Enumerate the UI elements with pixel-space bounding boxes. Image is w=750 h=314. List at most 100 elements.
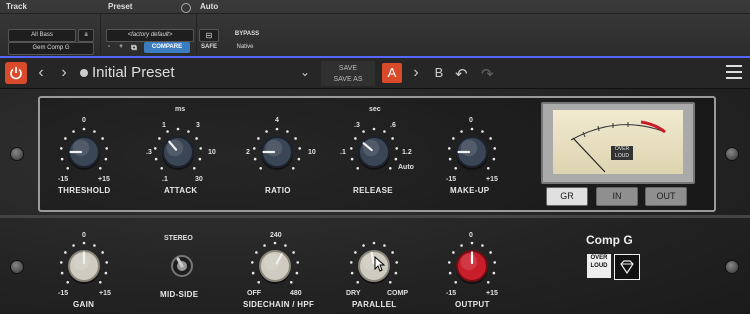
- makeup-top-tick: 0: [469, 117, 473, 124]
- product-name: Comp G: [586, 233, 633, 247]
- knob-scale-dot: [195, 137, 198, 140]
- knob-scale-dot: [391, 251, 394, 254]
- mid-side-toggle[interactable]: [171, 255, 193, 277]
- output-knob[interactable]: [447, 241, 497, 284]
- knob-scale-dot: [153, 147, 157, 150]
- output-label: OUTPUT: [455, 300, 490, 309]
- sidechain-max-tick: 480: [290, 290, 302, 297]
- knob-highlight: [460, 139, 478, 157]
- attack-tick-30: 30: [195, 176, 203, 183]
- knob-scale-dot: [291, 166, 295, 170]
- sidechain-top-tick: 240: [270, 232, 282, 239]
- meter-in-button[interactable]: IN: [596, 187, 638, 206]
- knob-scale-dot: [104, 271, 108, 275]
- vu-meter: OVER LOUD: [541, 102, 695, 184]
- knob-scale-dot: [255, 251, 258, 254]
- knob-scale-dot: [253, 157, 257, 161]
- knob-scale-dot: [447, 261, 451, 264]
- sidechain-knob[interactable]: [250, 241, 300, 284]
- knob-scale-dot: [470, 127, 474, 131]
- knob-scale-dot: [98, 166, 102, 170]
- knob-highlight: [72, 253, 90, 271]
- knob-scale-dot: [257, 137, 260, 140]
- threshold-min-tick: -15: [58, 176, 69, 183]
- knob-scale-dot: [349, 261, 353, 264]
- knob-scale-dot: [460, 130, 463, 133]
- output-min-tick: -15: [446, 290, 457, 297]
- knob-scale-dot: [447, 147, 451, 150]
- knob-highlight: [265, 139, 283, 157]
- knob-scale-dot: [356, 280, 360, 284]
- knob-scale-dot: [64, 251, 67, 254]
- knob-scale-dot: [492, 157, 496, 161]
- knob-scale-dot: [93, 130, 96, 133]
- mid-side-label: MID-SIDE: [160, 290, 199, 299]
- knob-scale-dot: [158, 137, 161, 140]
- knob-scale-dot: [292, 251, 295, 254]
- release-tick-0-6: .6: [390, 122, 396, 129]
- knob-scale-dot: [101, 137, 104, 140]
- knob-scale-dot: [454, 280, 458, 284]
- knob-scale-dot: [395, 147, 399, 150]
- knob-scale-dot: [486, 166, 490, 170]
- knob-scale-dot: [394, 271, 398, 275]
- gain-max-tick: +15: [99, 290, 111, 297]
- knob-scale-dot: [60, 271, 64, 275]
- knob-scale-dot: [492, 271, 496, 275]
- threshold-top-tick: 0: [82, 117, 86, 124]
- gem-logo-icon: [614, 254, 640, 280]
- gain-knob[interactable]: [59, 241, 109, 284]
- knob-scale-dot: [448, 157, 452, 161]
- knob-scale-dot: [298, 147, 302, 150]
- makeup-max-tick: +15: [486, 176, 498, 183]
- release-tick-auto: Auto: [398, 164, 414, 171]
- release-knob[interactable]: [349, 127, 399, 170]
- knob-scale-dot: [192, 166, 196, 170]
- overloud-logo: OVER LOUD: [587, 254, 611, 278]
- meter-gr-button[interactable]: GR: [546, 187, 588, 206]
- knob-scale-dot: [372, 127, 376, 131]
- knob-scale-dot: [60, 157, 64, 161]
- ratio-top-tick: 4: [275, 117, 279, 124]
- knob-scale-dot: [154, 157, 158, 161]
- knob-scale-dot: [297, 157, 301, 161]
- knob-scale-dot: [72, 244, 75, 247]
- knob-scale-dot: [273, 241, 277, 245]
- meter-out-button[interactable]: OUT: [645, 187, 687, 206]
- knob-scale-dot: [257, 280, 261, 284]
- knob-highlight: [72, 139, 90, 157]
- threshold-max-tick: +15: [98, 176, 110, 183]
- gain-top-tick: 0: [82, 232, 86, 239]
- knob-scale-dot: [350, 271, 354, 275]
- sidechain-min-tick: OFF: [247, 290, 261, 297]
- threshold-knob[interactable]: [59, 127, 109, 170]
- knob-scale-dot: [295, 271, 299, 275]
- attack-knob[interactable]: [153, 127, 203, 170]
- mouse-cursor-icon: [374, 256, 386, 272]
- makeup-knob[interactable]: [447, 127, 497, 170]
- knob-scale-dot: [489, 137, 492, 140]
- ratio-knob[interactable]: [252, 127, 302, 170]
- knob-scale-dot: [259, 166, 263, 170]
- knob-scale-dot: [354, 251, 357, 254]
- attack-tick-1: 1: [162, 122, 166, 129]
- knob-scale-dot: [486, 280, 490, 284]
- knob-scale-dot: [104, 157, 108, 161]
- knob-scale-dot: [493, 147, 497, 150]
- knob-scale-dot: [493, 261, 497, 264]
- release-label: RELEASE: [353, 186, 393, 195]
- knob-scale-dot: [265, 130, 268, 133]
- knob-scale-dot: [250, 261, 254, 264]
- attack-unit: ms: [175, 106, 186, 113]
- vu-meter-scale: [570, 120, 666, 173]
- knob-scale-dot: [388, 166, 392, 170]
- knob-scale-dot: [187, 130, 190, 133]
- release-tick-0-3: .3: [354, 122, 360, 129]
- release-tick-1-2: 1.2: [402, 149, 412, 156]
- knob-scale-dot: [105, 261, 109, 264]
- knob-highlight: [460, 253, 478, 271]
- knob-scale-dot: [160, 166, 164, 170]
- gain-label: GAIN: [73, 300, 95, 309]
- knob-scale-dot: [176, 127, 180, 131]
- knob-scale-dot: [93, 244, 96, 247]
